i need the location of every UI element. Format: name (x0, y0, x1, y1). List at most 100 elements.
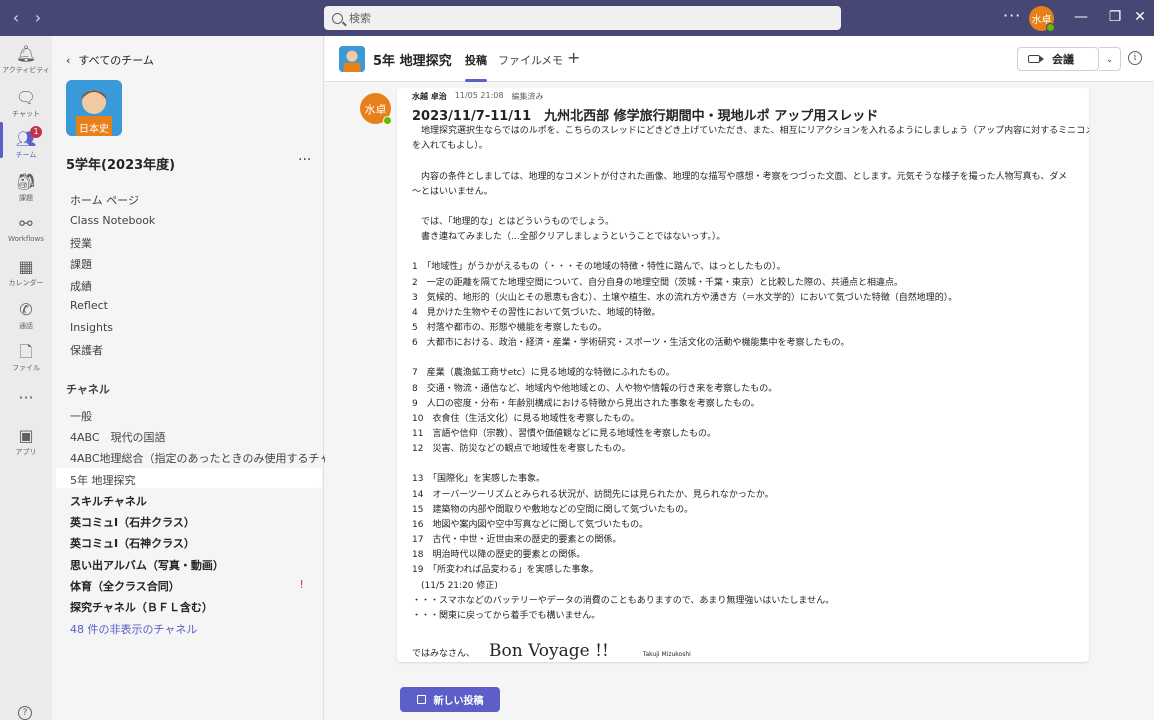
maximize-icon[interactable]: ❐ (1105, 9, 1125, 25)
channel-general[interactable]: 一般 (70, 408, 92, 424)
post-body-line: 地理探究選択生ならではのルポを、こちらのスレッドにどきどき上げていただき、また、… (412, 126, 1089, 136)
post-body-line: ・・・スマホなどのバッテリーやデータの消費のこともありますので、あまり無理強いは… (412, 595, 835, 606)
active-tab-underline (465, 79, 487, 82)
post-body-line: 11 言語や信仰（宗教）、習慣や価値観などに見る地域性を考察したもの。 (412, 429, 716, 439)
rail-chat[interactable]: 🗨︎ チャット (0, 88, 52, 119)
user-avatar[interactable]: 水卓 (1029, 6, 1055, 32)
nav-classwork[interactable]: 授業 (70, 235, 92, 251)
rail-calendar[interactable]: ▦ カレンダー (0, 257, 52, 288)
post-body-line: 書き連ねてみました（...全部クリアしましょうということではないっす。）。 (412, 232, 726, 243)
team-more-icon[interactable]: ··· (298, 152, 311, 168)
search-box[interactable]: 検索 (324, 6, 841, 30)
channel-4abc-japanese[interactable]: 4ABC 現代の国語 (70, 429, 166, 445)
post-title: 2023/11/7-11/11 九州北西部 修学旅行期間中・現地ルポ アップ用ス… (412, 109, 879, 124)
new-post-button[interactable]: 新しい投稿 (400, 687, 500, 712)
chat-icon: 🗨︎ (15, 88, 37, 107)
rail-workflows[interactable]: ⚯ Workflows (0, 214, 52, 243)
rail-activity[interactable]: 🔔︎ アクティビティ (0, 44, 52, 75)
close-icon[interactable]: ✕ (1130, 9, 1150, 25)
channel-header: 5年 地理探究 投稿 ファイル メモ + 会議 ⌄ i (325, 36, 1154, 82)
rail-files[interactable]: 🗋︎ ファイル (0, 342, 52, 373)
post-body-line: 内容の条件としましては、地理的なコメントが付された画像、地理的な描写や感想・考察… (412, 171, 1068, 182)
all-teams-link[interactable]: ‹ すべてのチーム (66, 52, 154, 68)
channels-heading: チャネル (66, 383, 110, 396)
presence-available-icon (1046, 23, 1055, 32)
channel-pe[interactable]: 体育（全クラス合同） (70, 578, 180, 594)
post-body-line: 5 村落や都市の、形態や機能を考察したもの。 (412, 323, 607, 333)
add-tab-icon[interactable]: + (567, 48, 580, 67)
meet-dropdown-button[interactable]: ⌄ (1099, 47, 1121, 71)
chevron-down-icon: ⌄ (1105, 55, 1114, 65)
presence-available-icon (383, 116, 392, 125)
post-body-line: 3 気候的、地形的（火山とその恩恵も含む）、土壌や植生、水の流れ方や湧き方（＝水… (412, 292, 958, 303)
more-icon: ··· (18, 388, 34, 407)
nav-reflect[interactable]: Reflect (70, 299, 108, 312)
signature: Takuji Mizukoshi (642, 651, 691, 658)
tab-files[interactable]: ファイル (498, 52, 542, 68)
hidden-channels-link[interactable]: 48 件の非表示のチャネル (70, 621, 197, 637)
post-author[interactable]: 水越 卓治 (412, 91, 447, 102)
forward-arrow-icon[interactable]: › (28, 8, 48, 27)
calendar-icon: ▦ (18, 257, 34, 276)
nav-class-notebook[interactable]: Class Notebook (70, 214, 155, 227)
post-body-line: 7 産業（農漁鉱工商サetc）に見る地域的な特徴にふれたもの。 (412, 368, 675, 379)
post-body-line: 12 災害、防災などの観点で地域性を考察したもの。 (412, 444, 631, 455)
back-arrow-icon[interactable]: ‹ (6, 8, 26, 27)
channel-album[interactable]: 思い出アルバム（写真・動画） (70, 557, 224, 573)
search-icon (332, 12, 343, 24)
post-body-line: (11/5 21:20 修正) (412, 580, 498, 591)
post-edited-label: 編集済み (511, 92, 544, 101)
post-body-line: を入れてもよし）。 (412, 141, 488, 152)
compose-icon (416, 695, 426, 704)
app-rail: 🔔︎ アクティビティ 🗨︎ チャット 👥︎ 1 チーム 🎒︎ 課題 ⚯ Work… (0, 36, 52, 720)
post-body-line: 14 オーバーツーリズムとみられる状況が、訪問先には見られたか、見られなかったか… (412, 489, 774, 500)
rail-teams[interactable]: 👥︎ 1 チーム (0, 126, 52, 160)
channel-title: 5年 地理探究 (373, 54, 452, 69)
post-body-line: 9 人口の密度・分布・年齢別構成における特徴から見出された事象を考察したもの。 (412, 398, 760, 409)
team-logo: 日本史 (66, 80, 122, 136)
teams-icon: 👥︎ (15, 129, 37, 148)
main-area: 5年 地理探究 投稿 ファイル メモ + 会議 ⌄ i 水卓 水越 卓治 11/… (325, 36, 1154, 720)
post-author-avatar[interactable]: 水卓 (360, 93, 392, 125)
rail-assignments[interactable]: 🎒︎ 課題 (0, 172, 52, 203)
channel-inquiry[interactable]: 探究チャネル（ＢＦＬ含む） (70, 599, 213, 615)
title-bar: ‹ › 検索 ··· 水卓 — ❐ ✕ (0, 0, 1154, 36)
nav-home[interactable]: ホーム ページ (70, 192, 139, 208)
apps-icon: ▣ (18, 426, 34, 445)
meet-button[interactable]: 会議 (1017, 47, 1099, 71)
post-body-line: 18 明治時代以降の歴史的要素との関係。 (412, 550, 586, 561)
post-body-line: 16 地図や案内図や空中写真などに関して気づいたもの。 (412, 519, 649, 530)
post-body-line: 〜とはいいません。 (412, 186, 493, 197)
team-panel: ‹ すべてのチーム 日本史 5学年(2023年度) ··· ホーム ページ Cl… (52, 36, 352, 720)
channel-skill[interactable]: スキルチャネル (70, 493, 147, 509)
channel-english-ishigami[interactable]: 英コミュⅠ（石神クラス） (70, 535, 195, 551)
bell-icon: 🔔︎ (15, 44, 37, 63)
post-body-line: 2 一定の距離を隔てた地理空間について、自分自身の地理空間（茨城・千葉・東京）と… (412, 277, 904, 288)
chevron-left-icon: ‹ (66, 53, 71, 67)
mention-icon: ǃ (300, 578, 304, 591)
nav-grades[interactable]: 成績 (70, 278, 92, 294)
tab-posts[interactable]: 投稿 (465, 52, 487, 68)
workflows-icon: ⚯ (19, 214, 33, 233)
channel-5-geography[interactable]: 5年 地理探究 (70, 472, 136, 488)
tab-notes[interactable]: メモ (541, 52, 563, 68)
post-card: 水越 卓治 11/05 21:08 編集済み 2023/11/7-11/11 九… (397, 88, 1089, 662)
help-icon[interactable]: ? (18, 706, 32, 720)
nav-assignments[interactable]: 課題 (70, 256, 92, 272)
channel-english-ishii[interactable]: 英コミュⅠ（石井クラス） (70, 514, 195, 530)
minimize-icon[interactable]: — (1071, 9, 1091, 25)
post-body-line: 17 古代・中世・近世由来の歴史的要素との関係。 (412, 535, 622, 546)
channel-4abc-geography[interactable]: 4ABC地理総合（指定のあったときのみ使用するチャネ... (70, 450, 352, 466)
rail-calls[interactable]: ✆ 通話 (0, 300, 52, 331)
post-body-line: ・・・関東に戻ってから着手でも構いません。 (412, 610, 601, 621)
rail-apps[interactable]: ▣ アプリ (0, 426, 52, 457)
rail-more[interactable]: ··· (0, 388, 52, 408)
post-body-line: 4 見かけた生物やその習性において気づいた、地域的特徴。 (412, 307, 661, 318)
phone-icon: ✆ (19, 300, 33, 319)
info-icon[interactable]: i (1128, 51, 1142, 65)
post-timestamp: 11/05 21:08 (454, 91, 504, 100)
nav-insights[interactable]: Insights (70, 321, 113, 334)
more-options-icon[interactable]: ··· (1003, 6, 1021, 25)
nav-parents[interactable]: 保護者 (70, 342, 103, 358)
assignments-icon: 🎒︎ (15, 172, 37, 191)
